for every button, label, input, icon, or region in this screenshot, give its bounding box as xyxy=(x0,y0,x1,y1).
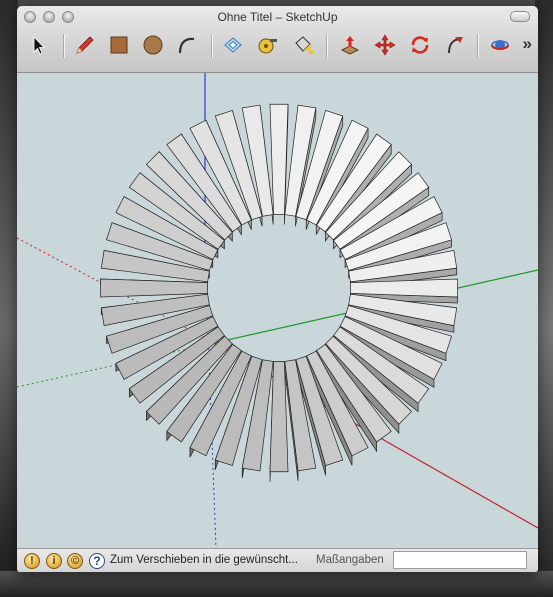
component-icon xyxy=(224,37,242,53)
push-pull-tool-button[interactable] xyxy=(337,32,363,58)
desktop-edge-bottom xyxy=(0,571,553,597)
measurements-label: Maßangaben xyxy=(316,554,384,566)
toolbar-overflow-button[interactable]: » xyxy=(523,34,532,54)
drawing-viewport[interactable] xyxy=(17,73,538,548)
geo-location-icon[interactable]: ! xyxy=(24,553,40,569)
tape-measure-icon xyxy=(258,38,277,54)
stair-step xyxy=(100,278,208,298)
circle-icon xyxy=(143,35,163,55)
3d-model-canvas[interactable] xyxy=(17,73,538,548)
select-tool-button[interactable] xyxy=(25,32,51,58)
rotate-tool-button[interactable] xyxy=(407,32,433,58)
window-title: Ohne Titel – SketchUp xyxy=(217,10,338,24)
make-component-tool-button[interactable] xyxy=(220,32,246,58)
spiral-staircase-model[interactable] xyxy=(100,103,458,482)
toolbar-separator xyxy=(63,34,65,58)
sketchup-window: Ohne Titel – SketchUp » ! i © ? Zum Vers… xyxy=(17,6,538,572)
rectangle-icon xyxy=(110,36,128,54)
toolbar-toggle-button[interactable] xyxy=(510,11,530,22)
arc-tool-button[interactable] xyxy=(174,32,200,58)
rectangle-tool-button[interactable] xyxy=(106,32,132,58)
status-bar: ! i © ? Zum Verschieben in die gewünscht… xyxy=(17,548,538,572)
user-login-icon[interactable]: © xyxy=(67,553,83,569)
paint-bucket-icon xyxy=(295,36,313,54)
toolbar-separator xyxy=(211,34,213,58)
pencil-tool-button[interactable] xyxy=(72,32,98,58)
desktop-edge-left xyxy=(0,0,18,597)
measurements-input[interactable] xyxy=(393,551,527,569)
help-icon[interactable]: ? xyxy=(89,553,105,569)
orbit-icon xyxy=(490,40,510,51)
move-tool-button[interactable] xyxy=(372,32,398,58)
move-icon xyxy=(374,34,396,56)
follow-me-tool-button[interactable] xyxy=(442,32,468,58)
toolbar-separator xyxy=(477,34,479,58)
credits-icon[interactable]: i xyxy=(46,553,62,569)
circle-tool-button[interactable] xyxy=(140,32,166,58)
paint-bucket-tool-button[interactable] xyxy=(290,32,316,58)
push-pull-icon xyxy=(340,36,360,55)
tape-measure-tool-button[interactable] xyxy=(255,32,281,58)
status-message: Zum Verschieben in die gewünscht... xyxy=(110,554,298,566)
follow-me-icon xyxy=(448,37,463,54)
orbit-tool-button[interactable] xyxy=(487,32,513,58)
pencil-icon xyxy=(76,36,94,54)
arc-icon xyxy=(178,37,195,54)
toolbar-separator xyxy=(326,34,328,58)
rotate-icon xyxy=(411,36,429,54)
arrow-cursor-icon xyxy=(33,36,45,55)
title-bar[interactable]: Ohne Titel – SketchUp » xyxy=(17,6,538,73)
